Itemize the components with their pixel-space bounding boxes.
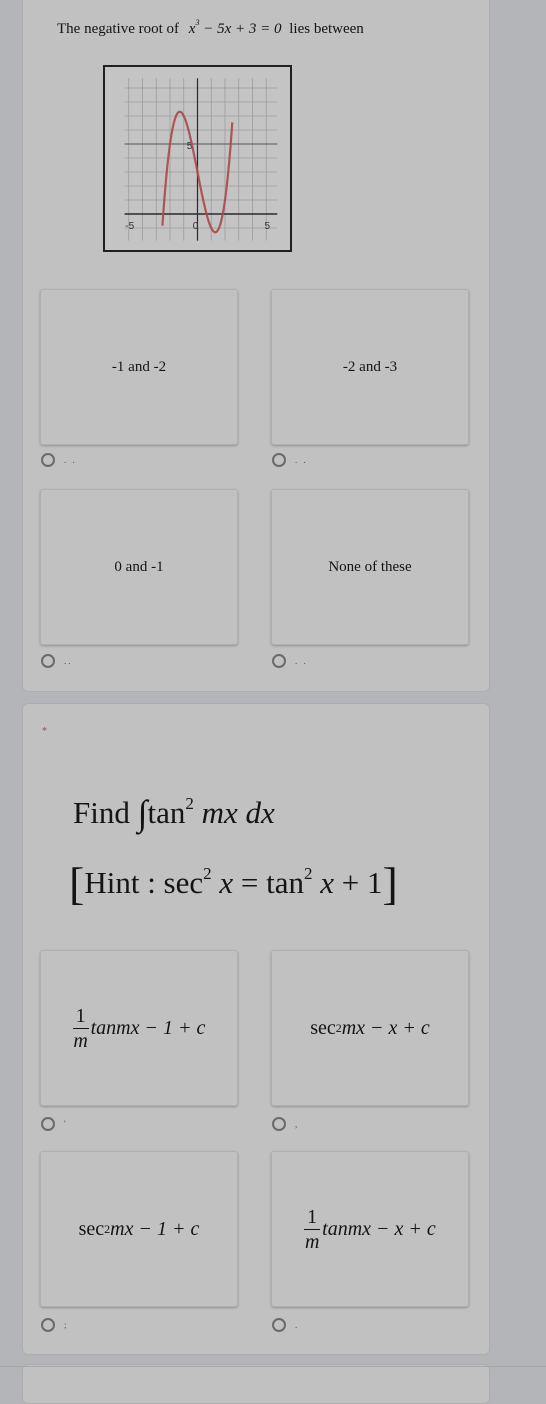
option-label: 0 and -1 <box>114 558 164 575</box>
question-prefix: The negative root of <box>57 21 180 37</box>
radio-button[interactable] <box>272 654 286 668</box>
option-math: 1m tan mx − x + c <box>304 1205 436 1253</box>
option-label: -1 and -2 <box>111 358 167 375</box>
option-card-4[interactable]: 1m tan mx − x + c <box>271 1151 469 1307</box>
radio-button[interactable] <box>41 453 55 467</box>
option-card-1[interactable]: -1 and -2 <box>40 289 238 445</box>
radio-button[interactable] <box>41 1117 55 1131</box>
x-tick-label: 5 <box>264 221 270 232</box>
radio-button[interactable] <box>272 1117 286 1131</box>
x-tick-label: -5 <box>125 221 134 232</box>
option-label: None of these <box>328 558 412 575</box>
question-2-text: Find ∫tan2 mx dx <box>73 793 275 833</box>
divider <box>0 1366 546 1367</box>
radio-button[interactable] <box>41 654 55 668</box>
equation: x3 − 5x + 3 = 0 <box>188 18 282 37</box>
option-card-3[interactable]: 0 and -1 <box>40 489 238 645</box>
option-card-2[interactable]: -2 and -3 <box>271 289 469 445</box>
radio-button[interactable] <box>272 453 286 467</box>
question-card-2: * Find ∫tan2 mx dx [Hint : sec2 x = tan2… <box>22 703 490 1355</box>
option-radio-row-2[interactable]: . . <box>272 453 308 467</box>
option-radio-row-1[interactable]: . . <box>41 453 77 467</box>
radio-button[interactable] <box>272 1318 286 1332</box>
option-math: sec 2 mx − 1 + c <box>78 1217 200 1240</box>
option-card-3[interactable]: sec 2 mx − 1 + c <box>40 1151 238 1307</box>
option-math: sec 2 mx − x + c <box>310 1016 430 1039</box>
option-radio-row-4[interactable]: . . <box>272 654 308 668</box>
option-label: -2 and -3 <box>342 358 398 375</box>
question-card-1: The negative root of x3 − 5x + 3 = 0 lie… <box>22 0 490 692</box>
question-1-text: The negative root of x3 − 5x + 3 = 0 lie… <box>57 18 364 38</box>
cubic-graph: -5 0 5 5 <box>103 65 292 252</box>
radio-button[interactable] <box>41 1318 55 1332</box>
option-card-4[interactable]: None of these <box>271 489 469 645</box>
option-radio-row-3[interactable]: .. <box>41 654 73 668</box>
option-radio-row-4[interactable]: . <box>272 1318 299 1332</box>
option-math: 1m tan mx − 1 + c <box>72 1004 206 1052</box>
hint-text: [Hint : sec2 x = tan2 x + 1] <box>69 858 398 909</box>
question-card-3 <box>22 1364 490 1404</box>
option-radio-row-2[interactable]: , <box>272 1117 299 1131</box>
option-card-1[interactable]: 1m tan mx − 1 + c <box>40 950 238 1106</box>
option-radio-row-1[interactable]: ' <box>41 1117 68 1131</box>
required-asterisk: * <box>42 726 47 737</box>
option-radio-row-3[interactable]: ; <box>41 1318 69 1332</box>
option-card-2[interactable]: sec 2 mx − x + c <box>271 950 469 1106</box>
question-suffix: lies between <box>289 21 364 37</box>
x-tick-label: 0 <box>193 221 199 232</box>
graph-svg: -5 0 55 <box>124 78 278 241</box>
